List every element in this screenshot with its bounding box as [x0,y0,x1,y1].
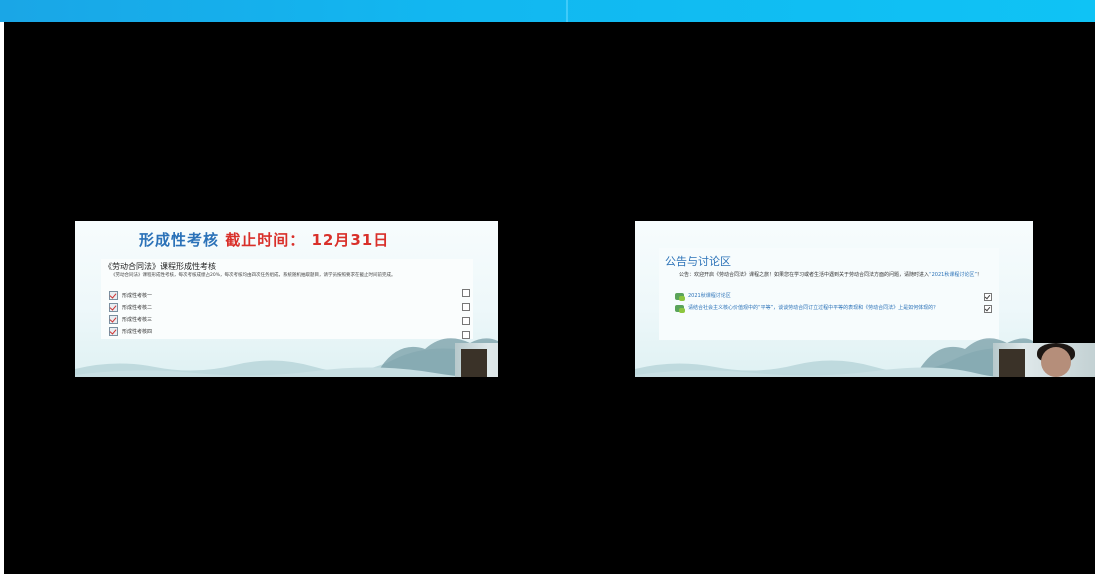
course-description: 《劳动合同法》课程形成性考核，每次考核成绩占20%，每次考核均由四次任务组成，系… [111,273,396,278]
task-item[interactable]: 形成性考核一 [109,289,152,301]
task-item[interactable]: 形成性考核三 [109,313,152,325]
slide-formative-assessment: 形成性考核 截止时间： 12月31日 《劳动合同法》课程形成性考核 《劳动合同法… [75,221,498,377]
task-label: 形成性考核一 [122,292,153,299]
announcement-text: 公告：欢迎开启《劳动合同法》课程之旅！如果您在学习或者生活中遇到关于劳动合同法方… [679,271,989,280]
course-heading: 《劳动合同法》课程形成性考核 [104,262,216,271]
task-checkbox[interactable] [462,303,470,311]
task-label: 形成性考核二 [122,304,153,311]
discussion-title: 请结合社会主义核心价值观中的“平等”，谈谈劳动合同订立过程中平等的表现和《劳动合… [688,305,939,311]
task-label: 形成性考核三 [122,316,153,323]
announcement-body: 公告：欢迎开启《劳动合同法》课程之旅！如果您在学习或者生活中遇到关于劳动合同法方… [679,272,930,278]
discussion-item[interactable]: 请结合社会主义核心价值观中的“平等”，谈谈劳动合同订立过程中平等的表现和《劳动合… [675,305,986,313]
announcement-end: ！ [976,272,982,278]
discussion-icon [675,293,685,301]
webcam-overlay [455,343,498,377]
discussion-checkbox[interactable] [984,305,992,313]
webcam-overlay-right [993,343,1095,377]
discussion-checkbox[interactable] [984,293,992,301]
task-checkbox[interactable] [462,317,470,325]
wave-decoration [75,338,498,377]
top-bar [0,0,1095,22]
checked-task-icon [109,302,118,312]
slide-title-deadline: 截止时间： 12月31日 [225,231,390,249]
wave-decoration [635,338,1033,377]
slide-title-main: 形成性考核 [139,231,220,249]
discussion-title: 2021秋课程讨论区 [688,293,731,299]
discussion-item[interactable]: 2021秋课程讨论区 [675,293,986,301]
slide-title: 形成性考核 截止时间： 12月31日 [139,229,389,250]
task-item[interactable]: 形成性考核二 [109,301,152,313]
top-bar-divider [566,0,568,22]
slide-announcements: 公告与讨论区 公告：欢迎开启《劳动合同法》课程之旅！如果您在学习或者生活中遇到关… [635,221,1033,377]
discussion-icon [675,305,685,313]
checked-task-icon [109,314,118,324]
slide-title: 公告与讨论区 [665,255,731,268]
task-checkbox[interactable] [462,289,470,297]
discussion-link[interactable]: “2021秋课程讨论区” [929,272,977,278]
checked-task-icon [109,290,118,300]
